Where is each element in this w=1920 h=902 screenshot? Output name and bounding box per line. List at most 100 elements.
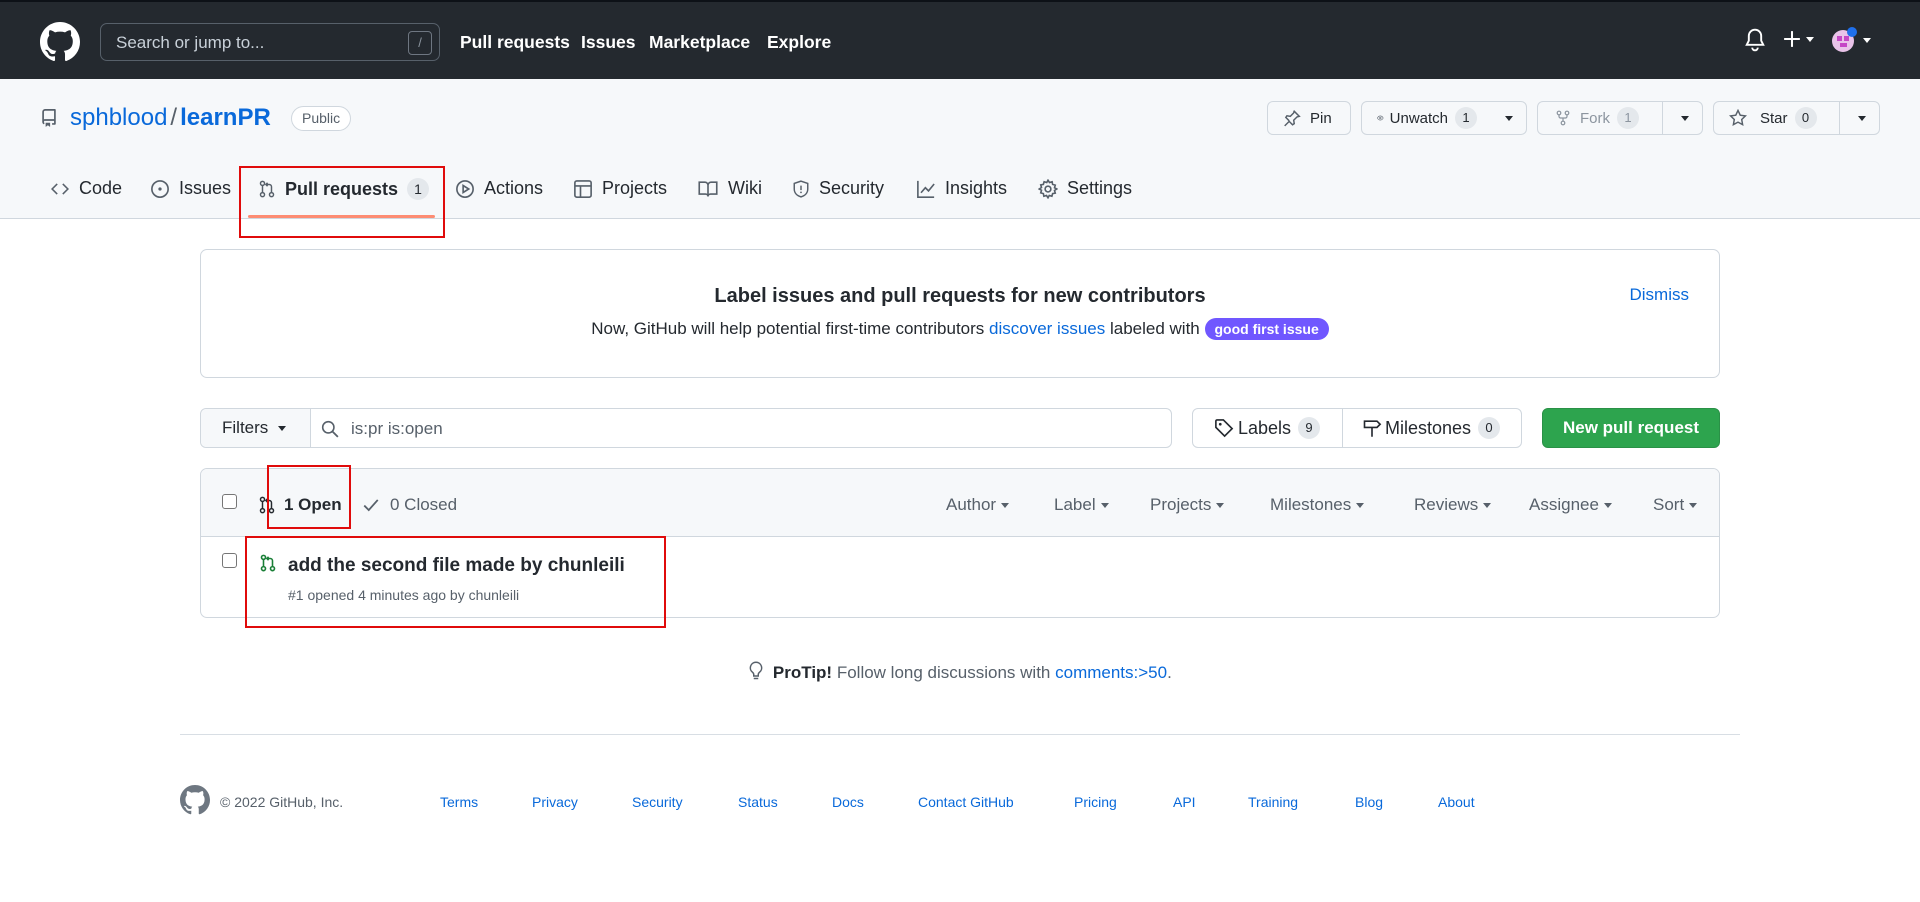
author-filter-menu[interactable]: Author	[946, 495, 1010, 515]
github-logo-icon[interactable]	[40, 22, 80, 62]
milestone-icon	[1363, 420, 1382, 437]
search-icon	[321, 420, 339, 438]
graph-icon	[917, 180, 935, 198]
assignee-filter-menu[interactable]: Assignee	[1529, 495, 1612, 515]
github-footer-logo-icon[interactable]	[180, 785, 210, 815]
check-icon	[363, 499, 379, 512]
footer-divider	[180, 734, 1740, 735]
tab-settings[interactable]: Settings	[1038, 178, 1132, 199]
footer-copyright: © 2022 GitHub, Inc.	[220, 794, 344, 810]
tab-security[interactable]: Security	[792, 178, 884, 199]
global-search-input[interactable]: Search or jump to... /	[100, 23, 440, 61]
nav-pull-requests[interactable]: Pull requests	[460, 32, 570, 53]
assignee-menu-label: Assignee	[1529, 495, 1599, 514]
milestones-count: 0	[1478, 417, 1501, 439]
protip-label: ProTip!	[772, 663, 833, 682]
new-pull-request-button[interactable]: New pull request	[1542, 408, 1720, 448]
select-all-checkbox[interactable]	[222, 494, 237, 509]
milestones-label: Milestones	[1385, 417, 1472, 438]
footer-link-training[interactable]: Training	[1248, 794, 1298, 810]
footer-link-privacy[interactable]: Privacy	[532, 794, 578, 810]
star-dropdown-caret-icon[interactable]	[1839, 102, 1879, 134]
protip-text: Follow long discussions with	[836, 663, 1051, 682]
footer-link-status[interactable]: Status	[738, 794, 778, 810]
tab-projects[interactable]: Projects	[573, 178, 667, 199]
shield-icon	[793, 179, 809, 198]
discover-issues-link[interactable]: discover issues	[989, 319, 1105, 338]
sort-menu[interactable]: Sort	[1653, 495, 1698, 515]
label-filter-menu[interactable]: Label	[1054, 495, 1109, 515]
create-new-plus-icon[interactable]	[1783, 30, 1814, 48]
footer-link-about[interactable]: About	[1438, 794, 1475, 810]
labels-button[interactable]: Labels 9	[1193, 409, 1342, 447]
nav-explore[interactable]: Explore	[767, 32, 831, 53]
pin-label: Pin	[1310, 109, 1332, 127]
tab-security-label: Security	[819, 178, 885, 198]
new-contributors-banner: Label issues and pull requests for new c…	[200, 249, 1720, 378]
fork-label: Fork	[1580, 109, 1610, 127]
nav-issues[interactable]: Issues	[581, 32, 635, 53]
tab-issues[interactable]: Issues	[150, 178, 231, 199]
repo-separator: /	[170, 104, 178, 131]
footer-link-contact[interactable]: Contact GitHub	[918, 794, 1014, 810]
projects-filter-menu[interactable]: Projects	[1150, 495, 1225, 515]
tab-actions[interactable]: Actions	[455, 178, 543, 199]
nav-marketplace[interactable]: Marketplace	[649, 32, 750, 53]
banner-desc-prefix: Now, GitHub will help potential first-ti…	[591, 319, 985, 338]
dismiss-link[interactable]: Dismiss	[1630, 285, 1690, 305]
highlight-pull-requests-tab	[239, 166, 445, 238]
repo-name-link[interactable]: learnPR	[180, 104, 271, 131]
watch-dropdown-caret-icon[interactable]	[1488, 102, 1525, 134]
highlight-open-count	[267, 465, 351, 529]
fork-button[interactable]: Fork 1	[1537, 101, 1703, 135]
pr-row-checkbox[interactable]	[222, 553, 237, 568]
notifications-bell-icon[interactable]	[1744, 27, 1766, 53]
pr-search-input[interactable]: is:pr is:open	[351, 419, 443, 439]
code-icon	[51, 182, 69, 195]
label-menu-label: Label	[1054, 495, 1096, 514]
star-button[interactable]: Star 0	[1713, 101, 1880, 135]
repo-owner-link[interactable]: sphblood	[70, 104, 167, 131]
tab-code[interactable]: Code	[50, 178, 122, 199]
eye-icon	[1377, 115, 1384, 121]
reviews-filter-menu[interactable]: Reviews	[1414, 495, 1492, 515]
tab-wiki[interactable]: Wiki	[697, 178, 762, 199]
tab-insights[interactable]: Insights	[916, 178, 1007, 199]
search-placeholder: Search or jump to...	[116, 33, 265, 52]
author-menu-label: Author	[946, 495, 997, 514]
footer-link-pricing[interactable]: Pricing	[1074, 794, 1117, 810]
pin-button[interactable]: Pin	[1267, 101, 1351, 135]
milestones-menu-label: Milestones	[1270, 495, 1352, 514]
labels-milestones-group: Labels 9 Milestones 0	[1192, 408, 1522, 448]
milestones-filter-menu[interactable]: Milestones	[1270, 495, 1365, 515]
repo-title: sphblood / learnPR	[70, 104, 271, 132]
issue-opened-icon	[151, 179, 169, 198]
unwatch-button[interactable]: Unwatch 1	[1361, 101, 1527, 135]
milestones-button[interactable]: Milestones 0	[1342, 409, 1501, 447]
tab-settings-label: Settings	[1067, 178, 1133, 198]
tab-code-label: Code	[79, 178, 123, 198]
user-avatar[interactable]	[1830, 26, 1871, 54]
tab-issues-label: Issues	[179, 178, 232, 198]
labels-count: 9	[1298, 417, 1321, 439]
good-first-issue-label[interactable]: good first issue	[1204, 318, 1329, 340]
banner-title: Label issues and pull requests for new c…	[714, 285, 1206, 307]
closed-count-label: 0 Closed	[390, 495, 458, 514]
filters-dropdown-button[interactable]: Filters	[201, 409, 311, 447]
footer-link-docs[interactable]: Docs	[832, 794, 864, 810]
tab-wiki-label: Wiki	[728, 178, 762, 198]
unwatch-label: Unwatch	[1389, 109, 1448, 127]
footer-link-api[interactable]: API	[1173, 794, 1196, 810]
footer-link-security[interactable]: Security	[632, 794, 683, 810]
footer-link-terms[interactable]: Terms	[440, 794, 478, 810]
fork-dropdown-caret-icon[interactable]	[1662, 102, 1702, 134]
star-icon	[1729, 109, 1747, 126]
protip-comments-link[interactable]: comments:>50	[1055, 663, 1167, 682]
slash-shortcut-hint: /	[408, 31, 432, 55]
closed-filter-link[interactable]: 0 Closed	[362, 495, 457, 515]
fork-icon	[1556, 110, 1570, 126]
footer-link-blog[interactable]: Blog	[1355, 794, 1383, 810]
banner-desc-suffix: labeled with	[1109, 319, 1200, 338]
reviews-menu-label: Reviews	[1414, 495, 1479, 514]
tab-insights-label: Insights	[945, 178, 1008, 198]
